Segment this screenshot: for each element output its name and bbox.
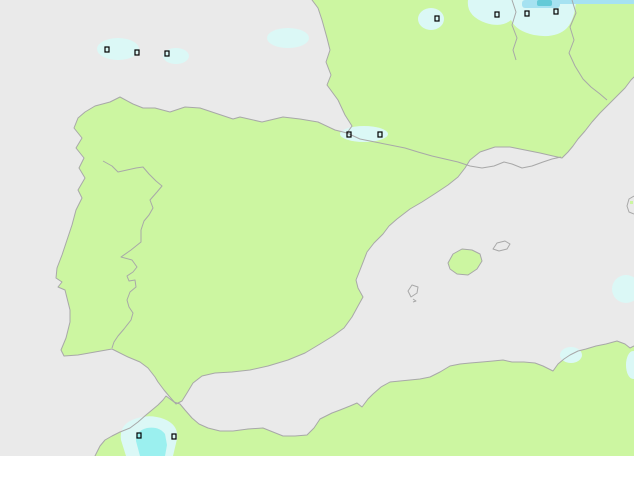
legend-band: Precipitation [mm]GFS 0.10.5125101520253… bbox=[0, 456, 634, 490]
precip-blob-biscay-east bbox=[267, 28, 309, 48]
precip-blob-biscay-west bbox=[97, 38, 139, 60]
weather-map-page: Precipitation [mm]GFS 0.10.5125101520253… bbox=[0, 0, 634, 490]
precipitation-map bbox=[0, 0, 634, 456]
precip-strip-top-right bbox=[556, 0, 634, 4]
precip-patch-teal bbox=[537, 0, 552, 6]
island-edge-land-pixel bbox=[630, 201, 633, 204]
precip-blob-morocco-inner bbox=[135, 427, 167, 456]
precip-blob-france-west bbox=[418, 8, 444, 30]
